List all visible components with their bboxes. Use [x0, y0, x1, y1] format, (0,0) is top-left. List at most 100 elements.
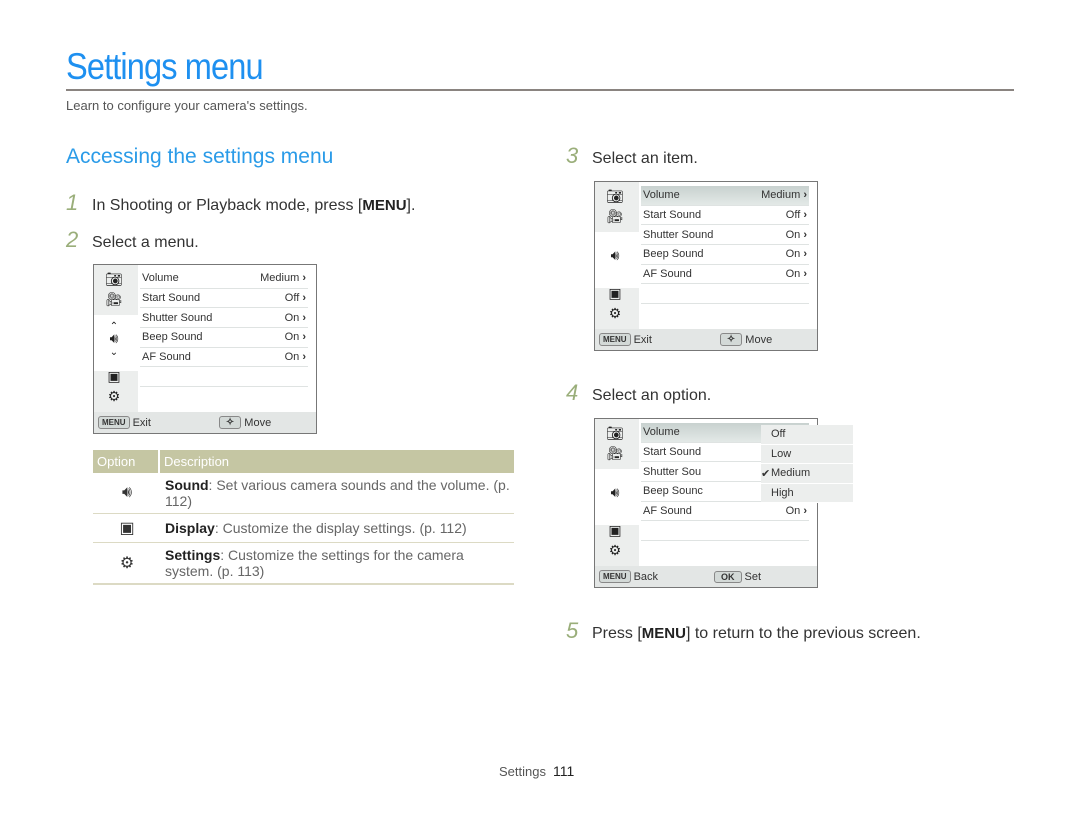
page-subtitle: Learn to configure your camera's setting…: [66, 98, 308, 113]
row-label: Volume: [643, 189, 680, 202]
step-text: Select an item.: [592, 150, 698, 167]
menu-row-empty: [641, 284, 809, 305]
option-description: : Customize the display settings. (p. 11…: [214, 520, 467, 536]
menu-list: Volume Start Sound Shutter Sou Beep Soun…: [641, 423, 853, 542]
menu-key-label: MENU: [641, 625, 686, 642]
video-camera-icon[interactable]: 🎥︎: [104, 290, 124, 308]
display-icon[interactable]: ▣: [605, 284, 625, 302]
display-icon: ▣: [93, 513, 159, 543]
option-label: Medium: [771, 467, 811, 480]
table-row: 🔊︎ Sound: Set various camera sounds and …: [93, 473, 514, 514]
menu-row-af-sound[interactable]: AF Sound On: [641, 502, 809, 522]
menu-row-beep-sound[interactable]: Beep Sound On: [641, 245, 809, 265]
row-label: Shutter Sound: [142, 311, 213, 324]
row-value: On: [786, 248, 807, 260]
menu-row-shutter-sound[interactable]: Shutter Sound On: [140, 308, 308, 329]
option-name: Display: [165, 520, 215, 536]
column-header-option: Option: [93, 450, 160, 473]
row-value: On: [786, 505, 807, 517]
menu-row-volume[interactable]: Volume Medium: [140, 269, 308, 289]
step-1: 1 In Shooting or Playback mode, press [M…: [66, 190, 415, 216]
step-number: 4: [566, 380, 579, 405]
menu-row-af-sound[interactable]: AF Sound On: [140, 348, 308, 368]
menu-row-shutter-sound[interactable]: Shutter Sound On: [641, 225, 809, 246]
row-label: Beep Sounc: [643, 485, 703, 498]
menu-row-start-sound[interactable]: Start Sound Off: [140, 289, 308, 309]
option-off[interactable]: Off: [761, 425, 853, 445]
gear-icon[interactable]: ⚙: [605, 541, 625, 559]
option-low[interactable]: Low: [761, 445, 853, 464]
step-text-post: ].: [406, 197, 416, 214]
step-number: 5: [566, 618, 579, 643]
step-number: 1: [66, 190, 79, 215]
move-label: Move: [745, 333, 773, 346]
step-3: 3 Select an item.: [566, 143, 698, 169]
menu-key-icon: MENU: [599, 333, 631, 346]
row-value: Medium: [761, 189, 807, 201]
row-label: Shutter Sound: [643, 228, 714, 241]
screen-footer: MENU Back OK Set: [595, 566, 817, 587]
camera-screen-select-item: 📷︎ 🎥︎ 🔊︎ ▣ ⚙ Volume Medium Start Sound Off…: [594, 181, 818, 351]
sound-icon: 🔊︎: [93, 473, 159, 514]
option-description: : Set various camera sounds and the volu…: [165, 477, 510, 509]
section-heading: Accessing the settings menu: [66, 145, 334, 168]
video-camera-icon[interactable]: 🎥︎: [605, 207, 625, 225]
column-header-description: Description: [159, 450, 514, 473]
navigation-pad-icon: ✧: [218, 416, 242, 429]
row-label: Shutter Sou: [643, 465, 702, 478]
row-label: Beep Sound: [643, 248, 704, 261]
menu-row-beep-sound[interactable]: Beep Sound On: [140, 328, 308, 348]
row-label: Start Sound: [643, 446, 702, 459]
back-label: Back: [633, 570, 659, 583]
menu-row-af-sound[interactable]: AF Sound On: [641, 265, 809, 285]
row-label: Beep Sound: [142, 331, 203, 344]
step-text: Select a menu.: [92, 234, 199, 251]
page-title: Settings menu: [66, 46, 264, 87]
screen-footer: MENU Exit ✧ Move: [94, 412, 316, 433]
row-label: Volume: [643, 426, 680, 439]
step-text-pre: In Shooting or Playback mode, press [: [92, 197, 363, 214]
row-value: Medium: [260, 272, 306, 284]
video-camera-icon[interactable]: 🎥︎: [605, 444, 625, 462]
table-row: ⚙ Settings: Customize the settings for t…: [93, 542, 514, 585]
menu-row-volume[interactable]: Volume Medium: [641, 186, 809, 206]
display-icon[interactable]: ▣: [605, 521, 625, 539]
sound-icon[interactable]: 🔊︎: [605, 246, 625, 264]
row-value: On: [285, 312, 306, 324]
row-label: AF Sound: [142, 351, 191, 364]
menu-list: Volume Medium Start Sound Off Shutter Soun…: [641, 186, 809, 305]
page-number: 111: [552, 763, 575, 779]
camera-icon[interactable]: 📷︎: [605, 424, 625, 442]
option-high[interactable]: High: [761, 484, 853, 503]
display-icon[interactable]: ▣: [104, 367, 124, 385]
option-label: Off: [771, 428, 786, 441]
menu-list: Volume Medium Start Sound Off Shutter Soun…: [140, 269, 308, 388]
step-4: 4 Select an option.: [566, 380, 711, 406]
chevron-down-icon: ⌄: [109, 346, 119, 358]
gear-icon[interactable]: ⚙: [605, 304, 625, 322]
gear-icon: ⚙: [93, 542, 159, 585]
menu-row-start-sound[interactable]: Start Sound Off: [641, 206, 809, 226]
step-number: 2: [66, 227, 79, 252]
menu-key-icon: MENU: [98, 416, 130, 429]
menu-row-empty: [140, 367, 308, 388]
row-value: On: [786, 229, 807, 241]
step-2: 2 Select a menu.: [66, 227, 199, 253]
camera-screen-select-option: 📷︎ 🎥︎ 🔊︎ ▣ ⚙ Volume Start Sound Shutter …: [594, 418, 853, 588]
camera-icon[interactable]: 📷︎: [104, 270, 124, 288]
step-text-post: ] to return to the previous screen.: [685, 625, 921, 642]
row-label: Start Sound: [142, 292, 201, 305]
menu-row-empty: [641, 521, 809, 542]
gear-icon[interactable]: ⚙: [104, 387, 124, 405]
step-number: 3: [566, 143, 579, 168]
step-text: Select an option.: [592, 387, 712, 404]
move-label: Move: [244, 416, 272, 429]
row-value: Off: [285, 292, 306, 304]
camera-icon[interactable]: 📷︎: [605, 187, 625, 205]
row-value: Off: [786, 209, 807, 221]
menu-key-icon: MENU: [599, 570, 631, 583]
option-medium[interactable]: ✔ Medium: [761, 464, 853, 484]
set-label: Set: [744, 570, 762, 583]
row-label: AF Sound: [643, 268, 692, 281]
sound-icon[interactable]: 🔊︎: [605, 483, 625, 501]
